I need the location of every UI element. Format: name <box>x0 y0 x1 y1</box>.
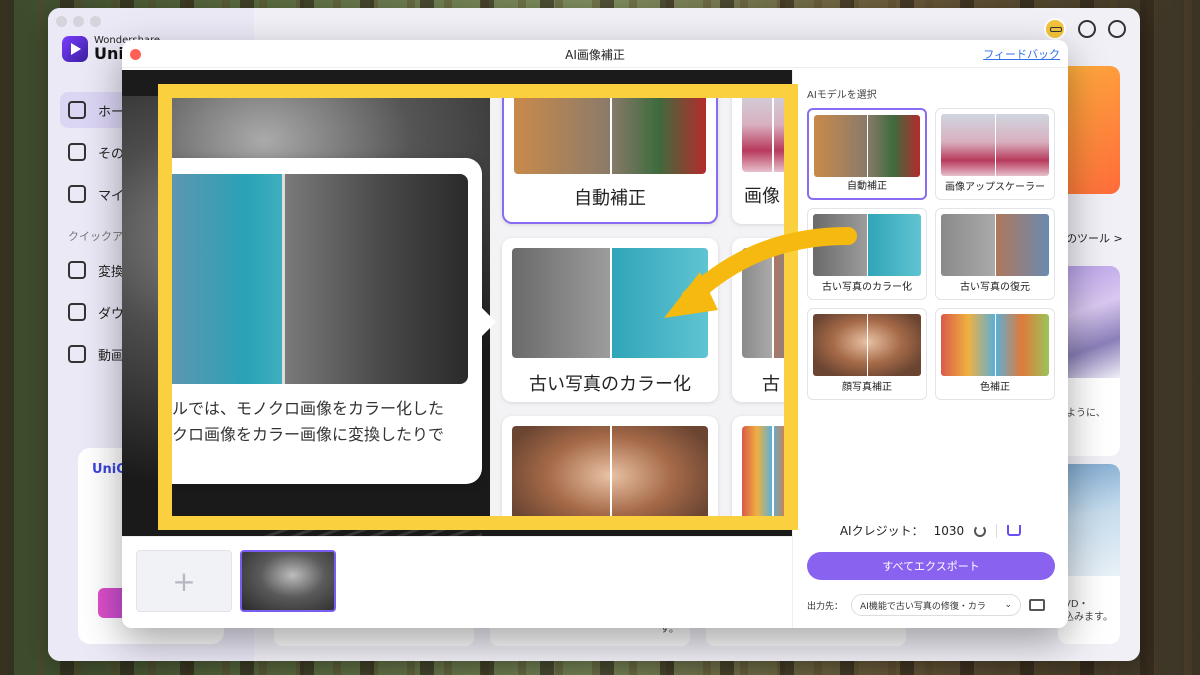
zoom-card-colorize[interactable]: 古い写真のカラー化 <box>502 238 718 402</box>
credit-label: AIクレジット： <box>839 524 924 538</box>
mountain-photo-icon <box>941 114 1049 176</box>
export-all-button[interactable]: すべてエクスポート <box>807 552 1055 580</box>
divider <box>996 523 998 538</box>
model-name: 古い写真の復元 <box>960 282 1030 293</box>
credit-row: AIクレジット： 1030 <box>793 522 1068 539</box>
model-card-upscaler[interactable]: 画像アップスケーラー <box>935 108 1055 200</box>
model-card-auto-enhance[interactable]: 自動補正 <box>807 108 927 200</box>
house-photo-icon <box>941 214 1049 276</box>
image-thumbnail[interactable] <box>240 550 336 612</box>
cat-photo-icon <box>814 115 920 177</box>
tooltip-description: ルでは、モノクロ画像をカラー化した クロ画像をカラー画像に変換したりで <box>172 396 468 449</box>
credit-value: 1030 <box>933 523 965 538</box>
model-name: 自動補正 <box>847 181 887 192</box>
zoom-card-label: 自動補正 <box>574 188 646 209</box>
add-image-button[interactable]: + <box>136 550 232 612</box>
sidebar-item-label: その <box>98 146 125 162</box>
model-card-colorize[interactable]: 古い写真のカラー化 <box>807 208 927 300</box>
mountain-photo-icon <box>742 98 784 172</box>
zoom-card-upscale[interactable]: 画像 <box>732 98 784 224</box>
toolbox-icon <box>68 143 86 161</box>
zoom-model-column: 自動補正 画像 古い写真のカラー化 古 <box>490 98 784 516</box>
model-name: 画像アップスケーラー <box>945 182 1045 193</box>
convert-icon <box>68 261 86 279</box>
refresh-icon[interactable] <box>974 524 987 537</box>
feedback-link[interactable]: フィードバック <box>983 46 1060 62</box>
colorful-town-photo-icon <box>941 314 1049 376</box>
zoom-card-color[interactable] <box>732 416 784 516</box>
sidebar-item-label: 動画 <box>98 348 125 364</box>
file-icon <box>68 185 86 203</box>
cat-photo-icon <box>514 98 706 174</box>
window-controls <box>56 16 101 27</box>
zoom-callout: 自動補正 画像 古い写真のカラー化 古 ルでは、モノクロ画像をカラー化した クロ… <box>158 84 798 530</box>
model-card-face[interactable]: 顔写真補正 <box>807 308 927 400</box>
model-tooltip: ルでは、モノクロ画像をカラー化した クロ画像をカラー画像に変換したりで <box>172 158 496 484</box>
thumbnail-strip: + <box>122 536 792 628</box>
chat-icon[interactable] <box>1078 20 1096 38</box>
zoom-dot[interactable] <box>90 16 101 27</box>
home-icon <box>68 101 86 119</box>
tooltip-line: ルでは、モノクロ画像をカラー化した <box>172 399 445 418</box>
minimize-dot[interactable] <box>73 16 84 27</box>
brand-logo-icon <box>62 36 88 62</box>
sidebar-item-label: ダウ <box>98 306 125 322</box>
folder-icon[interactable] <box>1029 599 1046 611</box>
chevron-down-icon: ⌄ <box>1004 600 1013 610</box>
model-name: 顔写真補正 <box>842 382 892 393</box>
house-photo-icon <box>742 248 784 358</box>
model-card-color-correct[interactable]: 色補正 <box>935 308 1055 400</box>
tooltip-line: クロ画像をカラー画像に変換したりで <box>172 425 445 445</box>
dialog-titlebar: AI画像補正 フィードバック <box>122 40 1068 68</box>
zoom-card-label: 画像 <box>744 186 780 207</box>
cart-icon[interactable] <box>1007 525 1022 536</box>
dialog-title: AI画像補正 <box>565 48 625 62</box>
output-label: 出力先： <box>807 601 844 612</box>
avatar[interactable] <box>1044 18 1066 40</box>
headset-icon[interactable] <box>1108 20 1126 38</box>
model-select-label: AIモデルを選択 <box>807 90 877 101</box>
model-name: 色補正 <box>980 382 1010 393</box>
model-grid: 自動補正 画像アップスケーラー 古い写真のカラー化 古い写真の復元 顔写真補正 … <box>807 108 1055 400</box>
output-row: 出力先： AI機能で古い写真の修復・カラ ⌄ <box>807 594 1055 616</box>
face-photo-icon <box>512 426 708 516</box>
colorful-town-photo-icon <box>742 426 784 516</box>
plus-icon: + <box>172 564 196 598</box>
zoom-card-label: 古 <box>762 374 780 395</box>
sidebar-item-label: 変換 <box>98 264 125 280</box>
sidebar-item-label: マイ <box>98 188 125 204</box>
output-folder-value: AI機能で古い写真の修復・カラ <box>860 601 986 612</box>
model-panel: AIモデルを選択 自動補正 画像アップスケーラー 古い写真のカラー化 古い写真の… <box>792 70 1068 628</box>
zoom-card-label: 古い写真のカラー化 <box>529 374 691 395</box>
model-card-restore[interactable]: 古い写真の復元 <box>935 208 1055 300</box>
output-folder-select[interactable]: AI機能で古い写真の修復・カラ ⌄ <box>851 594 1022 616</box>
top-icons <box>1044 18 1126 40</box>
zoom-card-restore[interactable]: 古 <box>732 238 784 402</box>
video-icon <box>68 345 86 363</box>
zoom-card-auto[interactable]: 自動補正 <box>502 98 718 224</box>
face-photo-icon <box>813 314 921 376</box>
more-tools-link[interactable]: のツール > <box>1066 230 1123 246</box>
car-photo-icon <box>813 214 921 276</box>
download-icon <box>68 303 86 321</box>
car-photo-icon <box>172 174 468 384</box>
sidebar-item-label: ホー <box>98 104 125 120</box>
car-photo-icon <box>512 248 708 358</box>
zoom-card-face[interactable] <box>502 416 718 516</box>
model-name: 古い写真のカラー化 <box>822 282 912 293</box>
close-dot[interactable] <box>56 16 67 27</box>
